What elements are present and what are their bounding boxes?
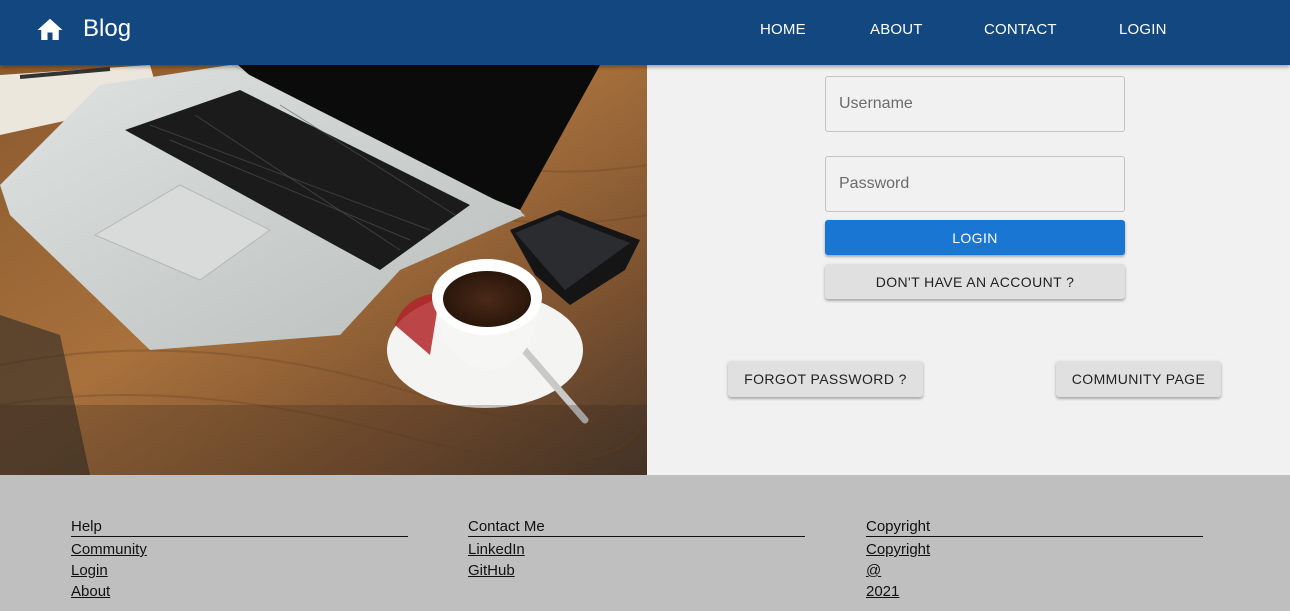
brand-title[interactable]: Blog	[83, 15, 131, 43]
footer-column-help: Help Community Login About	[71, 518, 408, 600]
login-panel: LOGIN DON'T HAVE AN ACCOUNT ? FORGOT PAS…	[647, 65, 1290, 475]
laptop-coffee-illustration	[0, 65, 647, 475]
footer-link-at[interactable]: @	[866, 562, 881, 579]
forgot-password-button[interactable]: FORGOT PASSWORD ?	[728, 361, 923, 397]
top-navbar: Blog HOME ABOUT CONTACT LOGIN	[0, 0, 1290, 65]
community-page-button[interactable]: COMMUNITY PAGE	[1056, 361, 1221, 397]
footer-column-copyright: Copyright Copyright @ 2021	[866, 518, 1203, 600]
footer-link-github[interactable]: GitHub	[468, 562, 515, 579]
hero-image	[0, 65, 647, 475]
username-input[interactable]	[825, 76, 1125, 132]
footer-heading: Copyright	[866, 518, 1203, 537]
footer-link-year[interactable]: 2021	[866, 583, 899, 600]
home-icon[interactable]	[34, 15, 66, 45]
footer-heading: Contact Me	[468, 518, 805, 537]
footer-heading: Help	[71, 518, 408, 537]
login-button[interactable]: LOGIN	[825, 220, 1125, 255]
password-input[interactable]	[825, 156, 1125, 212]
nav-home-link[interactable]: HOME	[760, 21, 806, 39]
footer-column-contact: Contact Me LinkedIn GitHub	[468, 518, 805, 579]
signup-button[interactable]: DON'T HAVE AN ACCOUNT ?	[825, 264, 1125, 299]
footer-link-community[interactable]: Community	[71, 541, 147, 558]
footer-link-linkedin[interactable]: LinkedIn	[468, 541, 525, 558]
footer-link-about[interactable]: About	[71, 583, 110, 600]
page-footer: Help Community Login About Contact Me Li…	[0, 475, 1290, 611]
nav-login-link[interactable]: LOGIN	[1119, 21, 1167, 39]
footer-link-login[interactable]: Login	[71, 562, 108, 579]
footer-link-copyright[interactable]: Copyright	[866, 541, 930, 558]
nav-about-link[interactable]: ABOUT	[870, 21, 923, 39]
nav-contact-link[interactable]: CONTACT	[984, 21, 1057, 39]
